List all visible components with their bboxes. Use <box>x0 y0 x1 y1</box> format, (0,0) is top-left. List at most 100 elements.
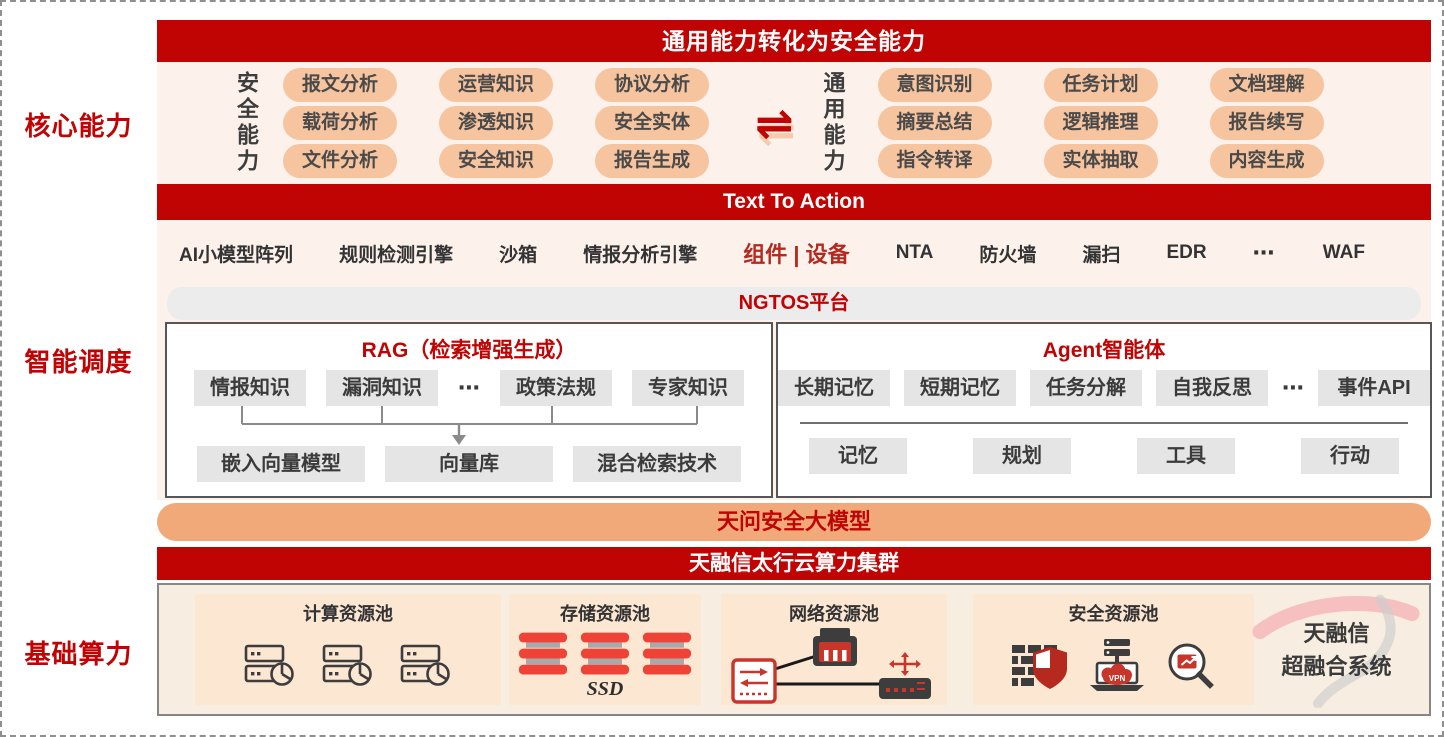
agent-divider-line <box>800 422 1408 424</box>
agent-box: Agent智能体 长期记忆 短期记忆 任务分解 自我反思 ⋯ 事件API 记忆 … <box>776 322 1432 498</box>
network-pool-icons <box>729 626 939 712</box>
capability-tag: 安全实体 <box>595 106 709 140</box>
general-tags-grid: 意图识别 摘要总结 指令转译 任务计划 逻辑推理 实体抽取 文档理解 报告续写 … <box>878 68 1324 178</box>
component-row: AI小模型阵列 规则检测引擎 沙箱 情报分析引擎 组件 | 设备 NTA 防火墙… <box>157 220 1431 286</box>
security-pool-card: 安全资源池 <box>973 594 1254 705</box>
capability-tag: 意图识别 <box>878 68 992 102</box>
general-tags-col-1: 意图识别 摘要总结 指令转译 <box>878 68 992 178</box>
agent-ability-box: 自我反思 <box>1156 370 1268 406</box>
agent-ability-box: 事件API <box>1318 370 1430 406</box>
capability-tag: 渗透知识 <box>439 106 553 140</box>
device-item: EDR <box>1167 242 1207 264</box>
hyperfusion-line2: 超融合系统 <box>1281 650 1391 683</box>
ellipsis-text: ⋯ <box>1282 375 1304 401</box>
text-to-action-bar: Text To Action <box>157 184 1431 220</box>
agent-title: Agent智能体 <box>778 334 1430 364</box>
security-tags-col-2: 运营知识 渗透知识 安全知识 <box>439 68 553 178</box>
network-pool-card: 网络资源池 <box>721 594 947 705</box>
rag-box: RAG（检索增强生成） 情报知识 漏洞知识 ⋯ 政策法规 专家知识 <box>165 322 773 498</box>
rag-tech-row: 嵌入向量模型 向量库 混合检索技术 <box>167 446 771 482</box>
ellipsis-text: ⋯ <box>458 375 480 401</box>
network-topology-icon <box>729 626 939 712</box>
audit-magnifier-icon <box>1164 639 1218 693</box>
component-item: AI小模型阵列 <box>179 240 293 267</box>
agent-ability-box: 短期记忆 <box>904 370 1016 406</box>
component-item: 沙箱 <box>499 240 537 267</box>
capability-tag: 文件分析 <box>283 144 397 178</box>
rag-tech-box: 混合检索技术 <box>573 446 741 482</box>
rag-sources-row: 情报知识 漏洞知识 ⋯ 政策法规 专家知识 <box>167 370 771 406</box>
device-item: 防火墙 <box>979 240 1036 267</box>
capability-tag: 载荷分析 <box>283 106 397 140</box>
hyperfusion-area: 天融信 超融合系统 <box>1254 594 1419 705</box>
capability-tag: 协议分析 <box>595 68 709 102</box>
capability-tag: 运营知识 <box>439 68 553 102</box>
agent-modules-row: 记忆 规划 工具 行动 <box>778 438 1430 474</box>
capability-tag: 文档理解 <box>1210 68 1324 102</box>
agent-abilities-row: 长期记忆 短期记忆 任务分解 自我反思 ⋯ 事件API <box>778 370 1430 406</box>
rag-tech-box: 向量库 <box>385 446 553 482</box>
component-device-divider-label: 组件 | 设备 <box>743 237 849 269</box>
rag-connector-lines <box>167 406 771 446</box>
capability-tag: 指令转译 <box>878 144 992 178</box>
firewall-shield-icon <box>1010 639 1070 693</box>
rag-agent-boxes: RAG（检索增强生成） 情报知识 漏洞知识 ⋯ 政策法规 专家知识 <box>165 322 1424 498</box>
storage-pool-title: 存储资源池 <box>560 600 650 626</box>
compute-pool-card: 计算资源池 <box>195 594 501 705</box>
capability-tag: 实体抽取 <box>1044 144 1158 178</box>
security-tags-grid: 报文分析 载荷分析 文件分析 运营知识 渗透知识 安全知识 协议分析 安全实体 … <box>283 68 709 178</box>
tianwen-model-bar: 天问安全大模型 <box>157 503 1431 541</box>
device-item: NTA <box>896 242 934 264</box>
capabilities-header: 通用能力转化为安全能力 <box>157 20 1431 62</box>
ssd-disk-icon <box>642 632 692 676</box>
rail-label-scheduling: 智能调度 <box>2 342 155 379</box>
agent-ability-box: 长期记忆 <box>778 370 890 406</box>
rag-tech-box: 嵌入向量模型 <box>197 446 365 482</box>
capability-tag: 内容生成 <box>1210 144 1324 178</box>
agent-module-box: 规划 <box>973 438 1071 474</box>
rag-source-box: 政策法规 <box>500 370 612 406</box>
ellipsis-text: ⋯ <box>1253 240 1277 266</box>
capabilities-section: 安全能力 报文分析 载荷分析 文件分析 运营知识 渗透知识 安全知识 协议分析 … <box>157 62 1431 184</box>
rag-source-box: 漏洞知识 <box>326 370 438 406</box>
resource-pools-panel: 计算资源池 <box>157 583 1431 716</box>
agent-module-box: 行动 <box>1301 438 1399 474</box>
agent-module-box: 工具 <box>1137 438 1235 474</box>
component-item: 规则检测引擎 <box>339 240 453 267</box>
capability-tag: 报文分析 <box>283 68 397 102</box>
compute-pool-title: 计算资源池 <box>303 600 393 626</box>
device-item: 漏扫 <box>1082 240 1120 267</box>
ssd-disk-icon <box>580 632 630 676</box>
rail-label-compute: 基础算力 <box>2 634 155 671</box>
rag-title: RAG（检索增强生成） <box>167 334 771 364</box>
slide-canvas: 核心能力 智能调度 基础算力 通用能力转化为安全能力 安全能力 报文分析 载荷分… <box>0 0 1444 737</box>
server-pie-icon <box>322 643 374 689</box>
compute-pool-icons <box>244 626 452 705</box>
general-tags-col-3: 文档理解 报告续写 内容生成 <box>1210 68 1324 178</box>
server-pie-icon <box>400 643 452 689</box>
capability-tag: 逻辑推理 <box>1044 106 1158 140</box>
security-tags-col-3: 协议分析 安全实体 报告生成 <box>595 68 709 178</box>
vpn-laptop-icon: VPN <box>1088 639 1146 693</box>
security-pool-icons: VPN <box>1010 626 1218 705</box>
rail-label-core: 核心能力 <box>2 106 155 143</box>
agent-module-box: 记忆 <box>809 438 907 474</box>
general-tags-col-2: 任务计划 逻辑推理 实体抽取 <box>1044 68 1158 178</box>
rag-source-box: 专家知识 <box>632 370 744 406</box>
agent-ability-box: 任务分解 <box>1030 370 1142 406</box>
hyperfusion-line1: 天融信 <box>1281 617 1391 650</box>
capability-tag: 摘要总结 <box>878 106 992 140</box>
cloud-cluster-bar: 天融信太行云算力集群 <box>157 547 1431 580</box>
security-capability-vertical-label: 安全能力 <box>235 67 257 179</box>
hyperfusion-label: 天融信 超融合系统 <box>1281 617 1391 683</box>
storage-pool-icons <box>518 626 692 682</box>
scheduling-section: AI小模型阵列 规则检测引擎 沙箱 情报分析引擎 组件 | 设备 NTA 防火墙… <box>157 220 1431 500</box>
ssd-disk-icon <box>518 632 568 676</box>
diagram-main: 通用能力转化为安全能力 安全能力 报文分析 载荷分析 文件分析 运营知识 渗透知… <box>157 2 1431 716</box>
storage-pool-card: 存储资源池 SSD <box>509 594 701 705</box>
ssd-label: SSD <box>587 678 624 701</box>
general-capability-vertical-label: 通用能力 <box>822 67 844 179</box>
capability-tag: 报告续写 <box>1210 106 1324 140</box>
security-tags-col-1: 报文分析 载荷分析 文件分析 <box>283 68 397 178</box>
ngtos-platform-bar: NGTOS平台 <box>167 287 1421 320</box>
